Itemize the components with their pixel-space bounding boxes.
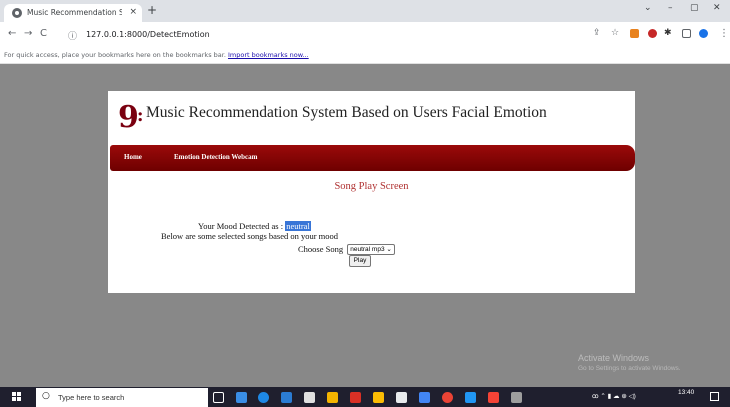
song-select-value: neutral mp3 (350, 245, 385, 253)
choose-song-label: Choose Song (298, 244, 344, 255)
songs-intro-text: Below are some selected songs based on y… (161, 231, 339, 241)
profile-avatar-icon[interactable] (699, 29, 708, 38)
globe-favicon-icon (12, 8, 22, 18)
reload-button[interactable]: C (40, 28, 47, 39)
mood-prefix: Your Mood Detected as : (198, 221, 284, 231)
file-explorer-icon[interactable] (304, 392, 315, 403)
close-window-button[interactable]: ✕ (713, 3, 721, 13)
page-heading: Music Recommendation System Based on Use… (146, 104, 547, 121)
tab-search-icon[interactable]: ⌄ (644, 3, 652, 13)
share-icon[interactable]: ⇪ (593, 28, 601, 38)
notification-icon[interactable] (710, 392, 719, 401)
app-icon-3[interactable] (419, 392, 430, 403)
url-text[interactable]: 127.0.0.1:8000/DetectEmotion (86, 30, 210, 39)
terminal-icon[interactable] (511, 392, 522, 403)
content-card: 9: Music Recommendation System Based on … (108, 91, 635, 293)
clock[interactable]: 13:40 (678, 389, 694, 396)
search-icon: ○ (42, 391, 50, 401)
shield-extension-icon[interactable] (648, 29, 657, 38)
windows-taskbar: ○ Type here to search ꝏ ⌃ ▮ ☁ ⊕ ◁) 13:40 (0, 387, 730, 407)
page-viewport: 9: Music Recommendation System Based on … (0, 64, 730, 387)
chrome-icon[interactable] (442, 392, 453, 403)
bookmarks-message: For quick access, place your bookmarks h… (4, 51, 309, 59)
side-panel-icon[interactable] (682, 29, 691, 38)
puzzle-extensions-icon[interactable]: ✱ (664, 28, 672, 38)
mood-value: neutral (285, 221, 311, 231)
import-bookmarks-link[interactable]: Import bookmarks now... (228, 51, 309, 59)
taskbar-search-box[interactable]: ○ Type here to search (36, 388, 208, 407)
logo-glyph: 9 (118, 100, 139, 135)
browser-tabstrip: Music Recommendation Systen × + ⌄ – ▢ ✕ (0, 0, 730, 22)
app-icon-2[interactable] (373, 392, 384, 403)
chevron-down-icon: ⌄ (386, 245, 392, 253)
bass-clef-logo: 9: (118, 101, 144, 133)
tab-title: Music Recommendation Systen (27, 8, 122, 17)
windows-start-icon[interactable] (12, 392, 22, 402)
play-button[interactable]: Play (349, 255, 371, 267)
site-info-icon[interactable]: ⓘ (68, 29, 77, 42)
browser-toolbar: ← → C ⓘ 127.0.0.1:8000/DetectEmotion ⇪ ☆… (0, 22, 730, 49)
activate-windows-title: Activate Windows (578, 353, 650, 363)
new-tab-button[interactable]: + (147, 3, 157, 17)
logo-colon: : (136, 105, 144, 126)
bookmark-star-icon[interactable]: ☆ (611, 28, 619, 38)
choose-song-row: Choose Song neutral mp3 ⌄ (298, 243, 395, 255)
bookmarks-message-text: For quick access, place your bookmarks h… (4, 51, 226, 59)
bookmarks-bar: For quick access, place your bookmarks h… (0, 49, 730, 64)
mood-line: Your Mood Detected as : neutral (198, 221, 311, 231)
folder-icon[interactable] (327, 392, 338, 403)
song-select[interactable]: neutral mp3 ⌄ (347, 243, 395, 255)
app-icon-4[interactable] (488, 392, 499, 403)
activate-windows-subtitle: Go to Settings to activate Windows. (578, 365, 681, 372)
vscode-icon[interactable] (465, 392, 476, 403)
site-navbar: Home Emotion Detection Webcam (110, 145, 635, 171)
minimize-button[interactable]: – (668, 3, 673, 13)
widgets-icon[interactable] (236, 392, 247, 403)
tray-icons[interactable]: ꝏ ⌃ ▮ ☁ ⊕ ◁) (592, 392, 636, 400)
browser-tab[interactable]: Music Recommendation Systen × (4, 4, 142, 22)
nav-emotion-webcam-link[interactable]: Emotion Detection Webcam (174, 153, 257, 161)
store-icon[interactable] (281, 392, 292, 403)
nav-home-link[interactable]: Home (124, 153, 142, 161)
document-icon[interactable] (396, 392, 407, 403)
task-view-icon[interactable] (213, 392, 224, 403)
close-tab-icon[interactable]: × (129, 7, 137, 17)
forward-button[interactable]: → (24, 28, 32, 39)
menu-icon[interactable]: ⋮ (719, 28, 729, 39)
maximize-button[interactable]: ▢ (690, 3, 699, 13)
app-icon[interactable] (350, 392, 361, 403)
metamask-extension-icon[interactable] (630, 29, 639, 38)
address-bar[interactable]: ⓘ 127.0.0.1:8000/DetectEmotion (68, 26, 568, 44)
back-button[interactable]: ← (8, 28, 16, 39)
edge-browser-icon[interactable] (258, 392, 269, 403)
screen-title: Song Play Screen (334, 181, 409, 192)
search-placeholder: Type here to search (58, 393, 125, 402)
